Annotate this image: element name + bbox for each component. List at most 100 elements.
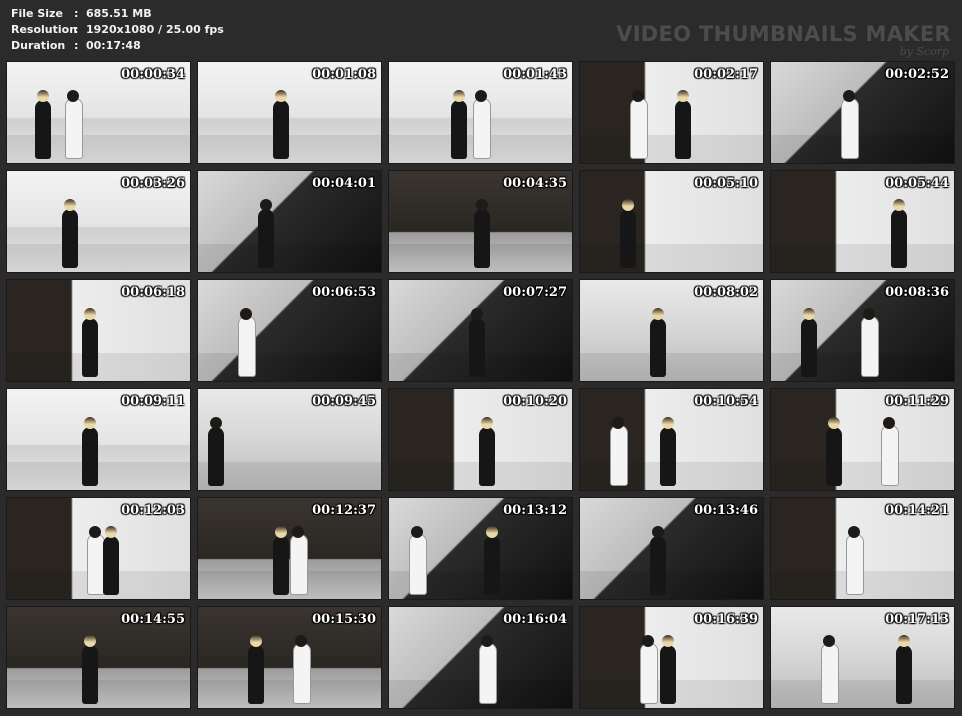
- person-figure: [821, 643, 839, 704]
- thumbnail-grid: 00:00:34 00:01:08 00:01:43 00:02:17 00:02:52…: [6, 61, 955, 709]
- person-figure: [409, 534, 427, 595]
- person-figure: [290, 534, 308, 595]
- timestamp-label: 00:14:55: [121, 612, 185, 627]
- thumbnail-frame: 00:07:27: [388, 279, 573, 382]
- timestamp-label: 00:01:08: [312, 67, 376, 82]
- resolution-value: 1920x1080 / 25.00 fps: [86, 23, 224, 36]
- timestamp-label: 00:11:29: [885, 394, 949, 409]
- resolution-label: Resolution: [11, 23, 78, 36]
- thumbnail-frame: 00:02:52: [770, 61, 955, 164]
- person-figure: [248, 645, 264, 704]
- person-figure: [881, 425, 899, 486]
- timestamp-label: 00:10:54: [694, 394, 758, 409]
- duration-value: 00:17:48: [86, 39, 141, 52]
- timestamp-label: 00:15:30: [312, 612, 376, 627]
- thumbnail-frame: 00:01:43: [388, 61, 573, 164]
- person-figure: [62, 209, 78, 268]
- thumbnail-frame: 00:14:21: [770, 497, 955, 600]
- timestamp-label: 00:00:34: [121, 67, 185, 82]
- resolution-separator: :: [74, 23, 79, 36]
- frame-floor-shade: [7, 679, 190, 708]
- timestamp-label: 00:06:53: [312, 285, 376, 300]
- person-figure: [846, 534, 864, 595]
- timestamp-label: 00:05:10: [694, 176, 758, 191]
- thumbnail-frame: 00:08:02: [579, 279, 764, 382]
- frame-floor-shade: [771, 134, 954, 163]
- frame-floor-shade: [7, 461, 190, 490]
- thumbnail-frame: 00:09:11: [6, 388, 191, 491]
- person-figure: [640, 643, 658, 704]
- frame-floor-shade: [7, 243, 190, 272]
- duration-separator: :: [74, 39, 79, 52]
- frame-floor-shade: [198, 352, 381, 381]
- frame-floor-shade: [198, 461, 381, 490]
- thumbnail-frame: 00:04:35: [388, 170, 573, 273]
- person-figure: [273, 100, 289, 159]
- watermark-byline: by Scorp: [899, 45, 949, 58]
- person-figure: [675, 100, 691, 159]
- resolution-row: Resolution : 1920x1080 / 25.00 fps: [11, 22, 224, 38]
- thumbnail-frame: 00:04:01: [197, 170, 382, 273]
- person-figure: [82, 645, 98, 704]
- watermark: VIDEO THUMBNAILS MAKER by Scorp: [616, 22, 951, 58]
- person-figure: [660, 645, 676, 704]
- timestamp-label: 00:14:21: [885, 503, 949, 518]
- thumbnail-frame: 00:06:18: [6, 279, 191, 382]
- timestamp-label: 00:02:52: [885, 67, 949, 82]
- person-figure: [650, 318, 666, 377]
- thumbnail-frame: 00:14:55: [6, 606, 191, 709]
- frame-floor-shade: [580, 243, 763, 272]
- thumbnail-frame: 00:13:12: [388, 497, 573, 600]
- person-figure: [610, 425, 628, 486]
- timestamp-label: 00:13:46: [694, 503, 758, 518]
- person-figure: [660, 427, 676, 486]
- thumbnail-frame: 00:16:04: [388, 606, 573, 709]
- person-figure: [896, 645, 912, 704]
- person-figure: [841, 98, 859, 159]
- person-figure: [65, 98, 83, 159]
- thumbnail-frame: 00:10:54: [579, 388, 764, 491]
- frame-floor-shade: [580, 134, 763, 163]
- thumbnail-frame: 00:11:29: [770, 388, 955, 491]
- person-figure: [82, 318, 98, 377]
- person-figure: [473, 98, 491, 159]
- duration-row: Duration : 00:17:48: [11, 38, 224, 54]
- thumbnail-frame: 00:05:10: [579, 170, 764, 273]
- timestamp-label: 00:17:13: [885, 612, 949, 627]
- timestamp-label: 00:16:39: [694, 612, 758, 627]
- timestamp-label: 00:16:04: [503, 612, 567, 627]
- person-figure: [103, 536, 119, 595]
- file-size-row: File Size : 685.51 MB: [11, 6, 224, 22]
- file-size-label: File Size: [11, 7, 63, 20]
- person-figure: [35, 100, 51, 159]
- timestamp-label: 00:04:01: [312, 176, 376, 191]
- thumbnail-frame: 00:13:46: [579, 497, 764, 600]
- timestamp-label: 00:08:36: [885, 285, 949, 300]
- thumbnail-frame: 00:08:36: [770, 279, 955, 382]
- timestamp-label: 00:10:20: [503, 394, 567, 409]
- thumbnail-frame: 00:05:44: [770, 170, 955, 273]
- watermark-title: VIDEO THUMBNAILS MAKER: [616, 22, 951, 46]
- person-figure: [273, 536, 289, 595]
- person-figure: [474, 209, 490, 268]
- timestamp-label: 00:09:11: [121, 394, 185, 409]
- frame-floor-shade: [771, 243, 954, 272]
- person-figure: [650, 536, 666, 595]
- thumbnail-frame: 00:17:13: [770, 606, 955, 709]
- thumbnail-frame: 00:10:20: [388, 388, 573, 491]
- frame-floor-shade: [771, 461, 954, 490]
- frame-floor-shade: [771, 679, 954, 708]
- timestamp-label: 00:13:12: [503, 503, 567, 518]
- timestamp-label: 00:05:44: [885, 176, 949, 191]
- timestamp-label: 00:08:02: [694, 285, 758, 300]
- thumbnail-frame: 00:06:53: [197, 279, 382, 382]
- thumbnail-frame: 00:12:03: [6, 497, 191, 600]
- timestamp-label: 00:02:17: [694, 67, 758, 82]
- person-figure: [208, 427, 224, 486]
- timestamp-label: 00:12:37: [312, 503, 376, 518]
- person-figure: [451, 100, 467, 159]
- person-figure: [891, 209, 907, 268]
- timestamp-label: 00:12:03: [121, 503, 185, 518]
- person-figure: [258, 209, 274, 268]
- person-figure: [479, 427, 495, 486]
